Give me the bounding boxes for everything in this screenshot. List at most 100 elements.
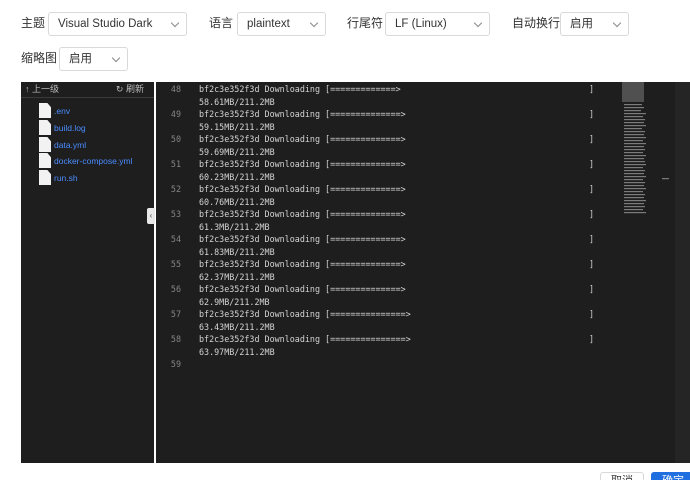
editor-line: 50 bf2c3e352f3d Downloading [===========…: [156, 133, 690, 158]
file-item[interactable]: .env: [39, 103, 151, 119]
line-text-end: ]: [589, 184, 595, 194]
line-text-wrapped: 63.97MB/211.2MB: [199, 346, 275, 357]
line-text-wrapped: 60.76MB/211.2MB: [199, 196, 275, 207]
line-text-end: ]: [589, 284, 595, 294]
word-wrap-select-value: 启用: [570, 18, 593, 30]
line-text: bf2c3e352f3d Downloading [==============…: [199, 134, 406, 144]
line-text: bf2c3e352f3d Downloading [==============…: [199, 159, 406, 169]
file-icon: [39, 120, 51, 135]
line-text-wrapped: 59.15MB/211.2MB: [199, 121, 275, 132]
line-text-end: ]: [589, 84, 595, 94]
file-icon: [39, 137, 51, 152]
file-name: .env: [54, 106, 71, 116]
line-text-end: ]: [589, 134, 595, 144]
file-item[interactable]: docker-compose.yml: [39, 153, 151, 169]
language-label: 语言: [209, 16, 234, 30]
cancel-button[interactable]: 取消: [600, 472, 644, 480]
line-text-wrapped: 63.43MB/211.2MB: [199, 321, 275, 332]
theme-select[interactable]: Visual Studio Dark: [48, 12, 187, 36]
line-text: bf2c3e352f3d Downloading [==============…: [199, 209, 406, 219]
line-text: bf2c3e352f3d Downloading [==============…: [199, 259, 406, 269]
line-number: 57: [170, 309, 181, 319]
line-text-end: ]: [589, 259, 595, 269]
line-text-wrapped: 62.9MB/211.2MB: [199, 296, 270, 307]
chevron-down-icon: [309, 18, 319, 28]
line-number: 59: [170, 359, 181, 369]
line-text: bf2c3e352f3d Downloading [==============…: [199, 309, 411, 319]
line-number: 54: [170, 234, 181, 244]
line-text-wrapped: 61.83MB/211.2MB: [199, 246, 275, 257]
line-text-end: ]: [589, 309, 595, 319]
editor-minimap[interactable]: [622, 82, 672, 217]
language-select[interactable]: plaintext: [237, 12, 326, 36]
editor-line: 58 bf2c3e352f3d Downloading [===========…: [156, 333, 690, 358]
file-item[interactable]: data.yml: [39, 137, 151, 153]
file-name: run.sh: [54, 173, 78, 183]
line-text-end: ]: [589, 109, 595, 119]
line-text-end: ]: [589, 334, 595, 344]
line-number: 48: [170, 84, 181, 94]
minimap-select[interactable]: 启用: [59, 47, 128, 71]
line-text: bf2c3e352f3d Downloading [==============…: [199, 184, 406, 194]
minimap-label: 缩略图: [21, 51, 58, 65]
word-wrap-select[interactable]: 启用: [560, 12, 629, 36]
line-text-wrapped: 62.37MB/211.2MB: [199, 271, 275, 282]
editor-line: 48 bf2c3e352f3d Downloading [===========…: [156, 83, 690, 108]
editor-line: 57 bf2c3e352f3d Downloading [===========…: [156, 308, 690, 333]
file-icon: [39, 170, 51, 185]
theme-label: 主题: [21, 16, 46, 30]
editor-line: 59: [156, 358, 690, 383]
editor-line: 51 bf2c3e352f3d Downloading [===========…: [156, 158, 690, 183]
file-item[interactable]: build.log: [39, 120, 151, 136]
line-ending-label: 行尾符: [347, 16, 384, 30]
chevron-left-icon: ‹: [149, 211, 153, 220]
go-up-button[interactable]: ↑ 上一级: [25, 82, 59, 97]
file-icon: [39, 103, 51, 118]
line-number: 52: [170, 184, 181, 194]
theme-select-value: Visual Studio Dark: [58, 18, 153, 30]
file-item[interactable]: run.sh: [39, 170, 151, 186]
confirm-button[interactable]: 确定: [651, 472, 690, 480]
line-ending-select-value: LF (Linux): [395, 18, 447, 30]
line-number: 56: [170, 284, 181, 294]
line-number: 49: [170, 109, 181, 119]
code-editor[interactable]: 48 bf2c3e352f3d Downloading [===========…: [156, 82, 690, 463]
line-number: 55: [170, 259, 181, 269]
editor-line: 49 bf2c3e352f3d Downloading [===========…: [156, 108, 690, 133]
editor-line: 55 bf2c3e352f3d Downloading [===========…: [156, 258, 690, 283]
chevron-down-icon: [170, 18, 180, 28]
line-text-wrapped: 59.69MB/211.2MB: [199, 146, 275, 157]
refresh-icon: ↻: [115, 84, 124, 94]
file-name: docker-compose.yml: [54, 156, 133, 166]
file-tree: ↑ 上一级 ↻ 刷新 .env build.log data.yml docke…: [21, 82, 154, 463]
line-text: bf2c3e352f3d Downloading [==============…: [199, 109, 406, 119]
word-wrap-label: 自动换行: [512, 16, 561, 30]
editor-line: 54 bf2c3e352f3d Downloading [===========…: [156, 233, 690, 258]
refresh-button[interactable]: ↻ 刷新: [116, 82, 144, 97]
minimap-select-value: 启用: [69, 53, 92, 65]
file-name: data.yml: [54, 140, 87, 150]
refresh-label: 刷新: [125, 84, 144, 94]
collapse-sidebar-button[interactable]: ‹: [147, 208, 155, 224]
editor-line: 56 bf2c3e352f3d Downloading [===========…: [156, 283, 690, 308]
line-text: bf2c3e352f3d Downloading [==============…: [199, 234, 406, 244]
chevron-down-icon: [473, 18, 483, 28]
line-number: 58: [170, 334, 181, 344]
line-number: 51: [170, 159, 181, 169]
editor-line: 53 bf2c3e352f3d Downloading [===========…: [156, 208, 690, 233]
file-icon: [39, 153, 51, 168]
line-text-wrapped: 61.3MB/211.2MB: [199, 221, 270, 232]
line-number: 50: [170, 134, 181, 144]
file-tree-toolbar: ↑ 上一级 ↻ 刷新: [21, 82, 154, 98]
line-text: bf2c3e352f3d Downloading [==============…: [199, 284, 406, 294]
line-ending-select[interactable]: LF (Linux): [385, 12, 490, 36]
line-text: bf2c3e352f3d Downloading [=============>: [199, 84, 401, 94]
go-up-label: 上一级: [32, 84, 60, 94]
language-select-value: plaintext: [247, 18, 290, 30]
editor-scrollbar[interactable]: [675, 82, 690, 463]
line-text-end: ]: [589, 209, 595, 219]
line-text-wrapped: 58.61MB/211.2MB: [199, 96, 275, 107]
chevron-down-icon: [111, 53, 121, 63]
line-text-end: ]: [589, 159, 595, 169]
line-text-wrapped: 60.23MB/211.2MB: [199, 171, 275, 182]
